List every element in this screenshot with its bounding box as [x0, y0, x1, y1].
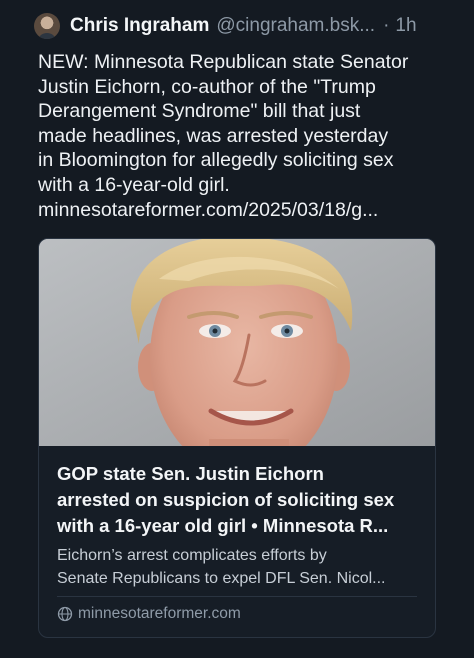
link-title-line: with a 16-year old girl • Minnesota R...: [57, 515, 389, 536]
link-title-line: arrested on suspicion of soliciting sex: [57, 489, 395, 510]
post-text-line: Derangement Syndrome" bill that just: [38, 100, 361, 123]
post-text-line: NEW: Minnesota Republican state Senator: [38, 51, 409, 73]
link-description-line: Eichorn’s arrest complicates efforts by: [57, 547, 327, 564]
author-handle[interactable]: @cingraham.bsk...: [216, 15, 375, 37]
portrait-photo: [39, 239, 435, 446]
link-preview-body: GOP state Sen. Justin Eichorn arrested o…: [39, 446, 435, 590]
author-avatar[interactable]: [34, 13, 60, 39]
post-text-line: with a 16-year-old girl.: [38, 173, 230, 196]
link-domain[interactable]: minnesotareformer.com: [57, 605, 241, 623]
link-preview-card[interactable]: GOP state Sen. Justin Eichorn arrested o…: [38, 238, 436, 638]
post-timestamp[interactable]: 1h: [395, 15, 416, 37]
link-description-line: Senate Republicans to expel DFL Sen. Nic…: [57, 569, 386, 587]
card-divider: [57, 596, 417, 597]
link-preview-image[interactable]: [39, 239, 435, 446]
post-text-line: made headlines, was arrested yesterday: [38, 124, 389, 147]
link-preview-title[interactable]: GOP state Sen. Justin Eichorn arrested o…: [57, 461, 419, 539]
link-domain-text: minnesotareformer.com: [78, 605, 241, 622]
post-header: Chris Ingraham @cingraham.bsk... · 1h: [0, 10, 474, 42]
globe-icon: [57, 606, 73, 622]
post-text-line: in Bloomington for allegedly soliciting …: [38, 149, 394, 172]
link-preview-description: Eichorn’s arrest complicates efforts by …: [57, 545, 419, 590]
post-text-line: Justin Eichorn, co-author of the "Trump: [38, 75, 376, 98]
meta-separator: ·: [383, 15, 390, 36]
link-title-line: GOP state Sen. Justin Eichorn: [57, 463, 324, 484]
post-link[interactable]: minnesotareformer.com/2025/03/18/g...: [38, 198, 448, 223]
post[interactable]: Chris Ingraham @cingraham.bsk... · 1h NE…: [0, 0, 474, 658]
author-name[interactable]: Chris Ingraham: [70, 15, 209, 37]
post-text: NEW: Minnesota Republican state Senator …: [38, 50, 448, 222]
